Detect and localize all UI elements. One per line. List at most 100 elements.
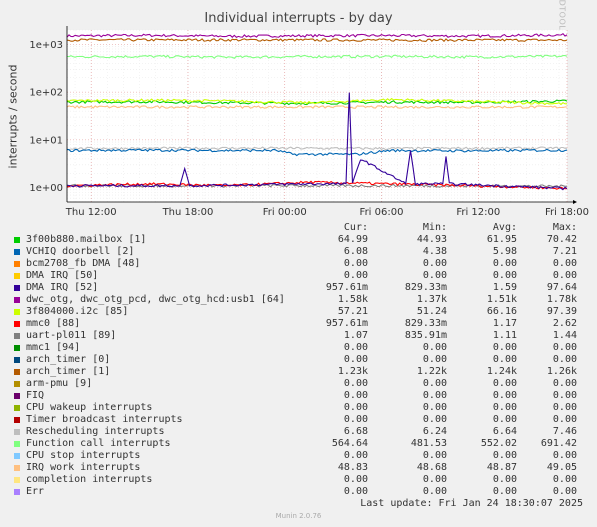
x-tick-label: Fri 00:00 — [263, 207, 307, 218]
munin-graph: Individual interrupts - by day interrupt… — [0, 0, 597, 527]
legend-min: 48.68 — [416, 462, 447, 473]
legend-cur: 0.00 — [343, 378, 368, 389]
legend-cur: 957.61m — [325, 318, 368, 329]
legend-max: 0.00 — [552, 342, 577, 353]
legend-cur: 0.00 — [343, 402, 368, 413]
legend-min: 0.00 — [422, 414, 447, 425]
legend-avg: 0.00 — [492, 402, 517, 413]
legend-max: 97.39 — [546, 306, 577, 317]
legend-min: 0.00 — [422, 258, 447, 269]
legend-min: 0.00 — [422, 486, 447, 497]
legend-cur: 0.00 — [343, 390, 368, 401]
legend-name: dwc_otg, dwc_otg_pcd, dwc_otg_hcd:usb1 [… — [26, 294, 285, 305]
legend-cur: 0.00 — [343, 342, 368, 353]
legend-avg: 66.16 — [486, 306, 517, 317]
legend-cur: 6.08 — [343, 246, 368, 257]
last-update-text: Last update: Fri Jan 24 18:30:07 2025 — [360, 498, 583, 509]
legend-name: Function call interrupts — [26, 438, 171, 449]
legend-avg: 1.24k — [486, 366, 517, 377]
legend-cur: 0.00 — [343, 486, 368, 497]
legend-row: Err 0.00 0.00 0.00 0.00 — [12, 486, 592, 498]
x-tick-label: Fri 06:00 — [360, 207, 404, 218]
legend-avg: 0.00 — [492, 342, 517, 353]
legend-avg: 1.17 — [492, 318, 517, 329]
legend-header-cur: Cur: — [343, 222, 368, 233]
legend-cur: 564.64 — [331, 438, 368, 449]
legend-row: CPU wakeup interrupts 0.00 0.00 0.00 0.00 — [12, 402, 592, 414]
legend-row: DMA IRQ [50] 0.00 0.00 0.00 0.00 — [12, 270, 592, 282]
legend-row: DMA IRQ [52] 957.61m 829.33m 1.59 97.64 — [12, 282, 592, 294]
legend-row: FIQ 0.00 0.00 0.00 0.00 — [12, 390, 592, 402]
legend-rows: 3f00b880.mailbox [1] 64.99 44.93 61.95 70.42… — [12, 234, 592, 498]
legend-name: DMA IRQ [52] — [26, 282, 99, 293]
legend-avg: 0.00 — [492, 450, 517, 461]
legend-cur: 57.21 — [337, 306, 368, 317]
legend-cur: 1.58k — [337, 294, 368, 305]
legend-header-min: Min: — [422, 222, 447, 233]
legend-name: FIQ — [26, 390, 45, 401]
legend-max: 0.00 — [552, 390, 577, 401]
legend-cur: 0.00 — [343, 354, 368, 365]
legend-row: arm-pmu [9] 0.00 0.00 0.00 0.00 — [12, 378, 592, 390]
legend-name: uart-pl011 [89] — [26, 330, 117, 341]
legend-max: 691.42 — [540, 438, 577, 449]
legend-max: 0.00 — [552, 270, 577, 281]
legend-swatch — [14, 345, 20, 351]
legend-min: 0.00 — [422, 270, 447, 281]
legend-min: 51.24 — [416, 306, 447, 317]
legend-name: completion interrupts — [26, 474, 153, 485]
legend-min: 0.00 — [422, 474, 447, 485]
legend-swatch — [14, 465, 20, 471]
x-axis-arrow — [573, 200, 577, 204]
legend-swatch — [14, 309, 20, 315]
munin-version-footer: Munin 2.0.76 — [275, 512, 322, 520]
legend-max: 7.21 — [552, 246, 577, 257]
legend-max: 49.05 — [546, 462, 577, 473]
legend-swatch — [14, 273, 20, 279]
legend-swatch — [14, 357, 20, 363]
x-tick-label: Fri 18:00 — [545, 207, 589, 218]
legend-avg: 1.59 — [492, 282, 517, 293]
legend-name: mmc1 [94] — [26, 342, 81, 353]
x-tick-label: Thu 12:00 — [65, 207, 117, 218]
legend-swatch — [14, 369, 20, 375]
legend-name: Err — [26, 486, 45, 497]
legend-swatch — [14, 321, 20, 327]
legend-max: 0.00 — [552, 258, 577, 269]
legend-min: 6.24 — [422, 426, 447, 437]
legend-swatch — [14, 381, 20, 387]
legend-cur: 0.00 — [343, 450, 368, 461]
legend-name: arch_timer [1] — [26, 366, 111, 377]
legend-cur: 64.99 — [337, 234, 368, 245]
legend-min: 4.38 — [422, 246, 447, 257]
legend-header-avg: Avg: — [492, 222, 517, 233]
legend-swatch — [14, 429, 20, 435]
legend-max: 0.00 — [552, 414, 577, 425]
legend-avg: 1.51k — [486, 294, 517, 305]
legend-avg: 0.00 — [492, 258, 517, 269]
legend-header-max: Max: — [552, 222, 577, 233]
legend-name: 3f804000.i2c [85] — [26, 306, 129, 317]
legend-max: 0.00 — [552, 450, 577, 461]
legend-avg: 0.00 — [492, 390, 517, 401]
legend-max: 0.00 — [552, 402, 577, 413]
legend-min: 481.53 — [410, 438, 447, 449]
legend-max: 7.46 — [552, 426, 577, 437]
legend-avg: 552.02 — [480, 438, 517, 449]
legend-cur: 1.23k — [337, 366, 368, 377]
legend-avg: 1.11 — [492, 330, 517, 341]
legend-row: arch_timer [0] 0.00 0.00 0.00 0.00 — [12, 354, 592, 366]
legend-name: Timer broadcast interrupts — [26, 414, 183, 425]
legend-avg: 0.00 — [492, 474, 517, 485]
legend-min: 1.22k — [416, 366, 447, 377]
legend-avg: 5.98 — [492, 246, 517, 257]
legend-max: 0.00 — [552, 378, 577, 389]
legend-min: 0.00 — [422, 450, 447, 461]
legend-swatch — [14, 489, 20, 495]
legend-min: 0.00 — [422, 378, 447, 389]
legend-min: 0.00 — [422, 402, 447, 413]
legend-row: arch_timer [1] 1.23k 1.22k 1.24k 1.26k — [12, 366, 592, 378]
legend-avg: 6.64 — [492, 426, 517, 437]
legend-header: Cur: Min: Avg: Max: — [12, 222, 592, 234]
legend-swatch — [14, 417, 20, 423]
